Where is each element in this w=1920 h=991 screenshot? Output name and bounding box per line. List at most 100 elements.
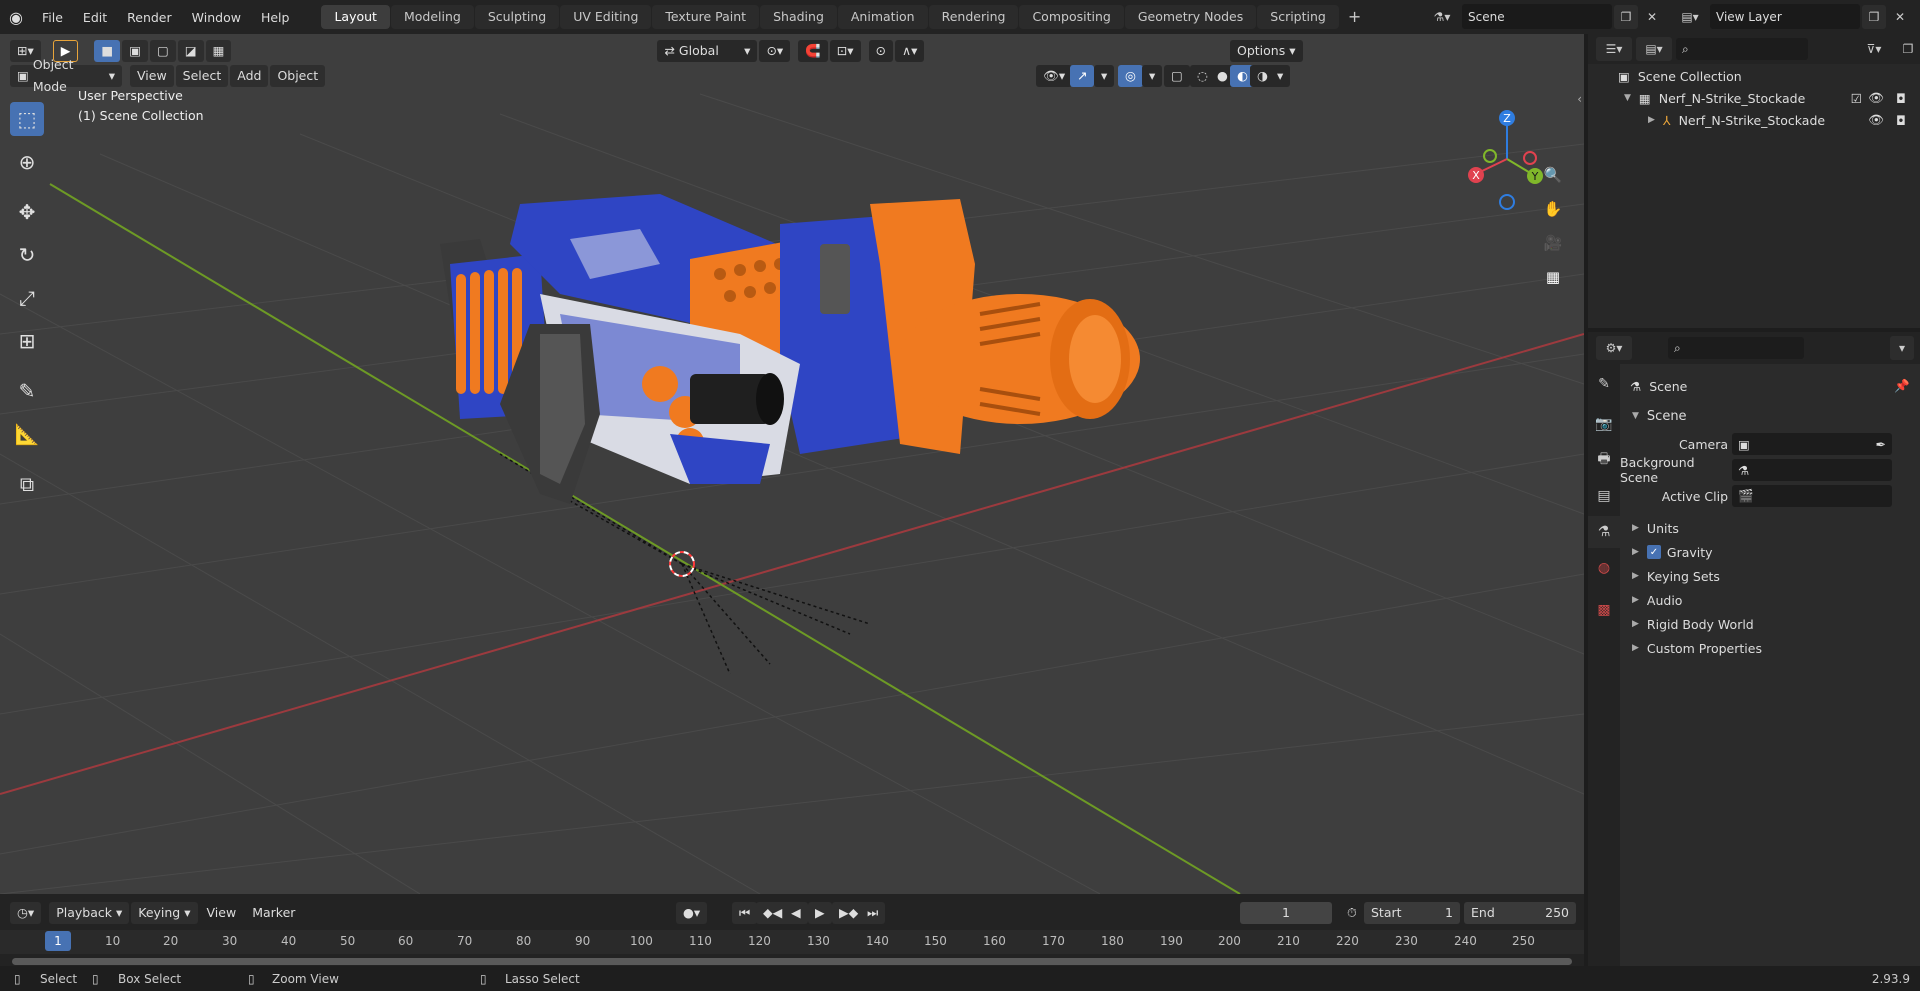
select-invert-icon[interactable]: ◪ bbox=[177, 40, 204, 62]
outliner-row-scene-collection[interactable]: ▣ Scene Collection bbox=[1588, 65, 1920, 87]
outliner-search-input[interactable]: ⌕ bbox=[1676, 38, 1808, 60]
annotate-tool-icon[interactable]: ✎ bbox=[10, 374, 44, 408]
scale-tool-icon[interactable]: ⤢ bbox=[10, 281, 44, 315]
tab-uv-editing[interactable]: UV Editing bbox=[560, 5, 652, 29]
properties-search-input[interactable]: ⌕ bbox=[1668, 337, 1804, 359]
menu-window[interactable]: Window bbox=[182, 10, 251, 25]
pivot-point-button[interactable]: ⊙▾ bbox=[759, 40, 791, 62]
rigid-body-world-panel-header[interactable]: ▶ Rigid Body World bbox=[1620, 612, 1920, 636]
select-subtract-icon[interactable]: ▢ bbox=[150, 40, 176, 62]
keying-sets-panel-header[interactable]: ▶ Keying Sets bbox=[1620, 564, 1920, 588]
scene-selector[interactable]: Scene bbox=[1462, 4, 1612, 29]
outliner-row-collection[interactable]: ▼ ▦ Nerf_N-Strike_Stockade ☑ 👁 ◘ bbox=[1588, 87, 1920, 109]
visibility-toggle-icon[interactable]: 👁▾ bbox=[1036, 65, 1073, 87]
copy-scene-icon[interactable]: ❐ bbox=[1614, 5, 1638, 29]
tab-compositing[interactable]: Compositing bbox=[1019, 5, 1124, 29]
expand-icon[interactable]: ▶ bbox=[1648, 115, 1655, 125]
timeline-editor-type-button[interactable]: ◷▾ bbox=[10, 902, 42, 924]
camera-render-icon[interactable]: ◘ bbox=[1896, 113, 1906, 128]
exclude-checkbox-icon[interactable]: ☑ bbox=[1851, 91, 1862, 106]
outliner-row-object[interactable]: ▶ ⅄ Nerf_N-Strike_Stockade 👁 ◘ bbox=[1588, 109, 1920, 131]
view-layer-selector[interactable]: View Layer bbox=[1710, 4, 1860, 29]
playhead[interactable]: 1 bbox=[45, 931, 71, 951]
stopwatch-icon[interactable]: ⏱ bbox=[1340, 902, 1364, 924]
snap-target-button[interactable]: ⊡▾ bbox=[829, 40, 861, 62]
properties-options-icon[interactable]: ▾ bbox=[1890, 336, 1914, 360]
gravity-checkbox[interactable]: ✓ bbox=[1646, 545, 1661, 559]
keying-menu[interactable]: Keying ▾ bbox=[131, 902, 198, 924]
scene-tab-icon[interactable]: ⚗ bbox=[1588, 516, 1620, 548]
current-frame-field[interactable]: 1 bbox=[1240, 902, 1332, 924]
measure-tool-icon[interactable]: 📐 bbox=[10, 417, 44, 451]
gravity-panel-header[interactable]: ▶ ✓ Gravity bbox=[1620, 540, 1920, 564]
marker-menu[interactable]: Marker bbox=[245, 902, 302, 924]
eye-icon[interactable]: 👁 bbox=[1868, 90, 1884, 106]
orientation-dropdown[interactable]: ⇄ Global ▾ bbox=[657, 40, 758, 62]
timeline-scrollbar[interactable] bbox=[12, 958, 1572, 965]
tab-shading[interactable]: Shading bbox=[760, 5, 837, 29]
nerf-blaster-model[interactable] bbox=[440, 184, 1220, 604]
tab-geometry-nodes[interactable]: Geometry Nodes bbox=[1124, 5, 1257, 29]
gizmo-toggle-icon[interactable]: ↗ bbox=[1070, 65, 1095, 87]
3d-viewport[interactable]: ⊞▾ ▶ ■ ▣ ▢ ◪ ▦ ⇄ Global ▾ ⊙▾ 🧲 ⊡▾ ⊙ ∧▾ O… bbox=[0, 34, 1584, 894]
audio-panel-header[interactable]: ▶ Audio bbox=[1620, 588, 1920, 612]
render-tab-icon[interactable]: 📷 bbox=[1588, 408, 1620, 440]
zoom-view-icon[interactable]: 🔍 bbox=[1538, 160, 1568, 190]
cursor-tool-icon[interactable]: ⊕ bbox=[10, 145, 44, 179]
playback-menu[interactable]: Playback ▾ bbox=[49, 902, 130, 924]
menu-add[interactable]: Add bbox=[230, 65, 269, 87]
tab-scripting[interactable]: Scripting bbox=[1257, 5, 1339, 29]
overlays-toggle-icon[interactable]: ◎ bbox=[1118, 65, 1143, 87]
texture-tab-icon[interactable]: ▩ bbox=[1588, 594, 1620, 626]
start-frame-field[interactable]: Start 1 bbox=[1364, 902, 1460, 924]
tool-tab-icon[interactable]: ✎ bbox=[1588, 368, 1620, 400]
xray-toggle-icon[interactable]: ▢ bbox=[1164, 65, 1190, 87]
units-panel-header[interactable]: ▶ Units bbox=[1620, 516, 1920, 540]
close-view-layer-icon[interactable]: ✕ bbox=[1888, 5, 1912, 29]
tab-layout[interactable]: Layout bbox=[321, 5, 390, 29]
object-mode-dropdown[interactable]: ▣ Object Mode ▾ bbox=[10, 57, 122, 94]
move-tool-icon[interactable]: ✥ bbox=[10, 195, 44, 229]
close-scene-icon[interactable]: ✕ bbox=[1640, 5, 1664, 29]
menu-edit[interactable]: Edit bbox=[73, 10, 117, 25]
view-layer-icon[interactable]: ▤▾ bbox=[1672, 5, 1708, 29]
view-layer-tab-icon[interactable]: ▤ bbox=[1588, 480, 1620, 512]
menu-object[interactable]: Object bbox=[270, 65, 326, 87]
overlays-menu-icon[interactable]: ▾ bbox=[1142, 65, 1163, 87]
tab-sculpting[interactable]: Sculpting bbox=[474, 5, 560, 29]
pan-view-icon[interactable]: ✋ bbox=[1538, 194, 1568, 224]
menu-help[interactable]: Help bbox=[251, 10, 300, 25]
options-dropdown[interactable]: Options ▾ bbox=[1230, 40, 1303, 62]
custom-properties-panel-header[interactable]: ▶ Custom Properties bbox=[1620, 636, 1920, 660]
eye-icon[interactable]: 👁 bbox=[1868, 112, 1884, 128]
record-icon[interactable]: ●▾ bbox=[676, 902, 708, 924]
transform-tool-icon[interactable]: ⊞ bbox=[10, 324, 44, 358]
snap-toggle-icon[interactable]: 🧲 bbox=[798, 40, 828, 62]
gizmo-menu-icon[interactable]: ▾ bbox=[1094, 65, 1115, 87]
outliner-editor-type-icon[interactable]: ☰▾ bbox=[1596, 37, 1632, 61]
tab-texture-paint[interactable]: Texture Paint bbox=[652, 5, 760, 29]
play-icon[interactable]: ▶ bbox=[808, 902, 832, 924]
menu-file[interactable]: File bbox=[32, 10, 73, 25]
scene-panel-header[interactable]: ▼ Scene bbox=[1620, 404, 1920, 428]
falloff-icon[interactable]: ∧▾ bbox=[895, 40, 925, 62]
timeline-view-menu[interactable]: View bbox=[200, 902, 244, 924]
select-extend-icon[interactable]: ▣ bbox=[122, 40, 148, 62]
sidebar-toggle-icon[interactable]: ‹ bbox=[1577, 92, 1582, 106]
output-tab-icon[interactable]: 🖶 bbox=[1588, 444, 1620, 476]
filter-icon[interactable]: ⊽▾ bbox=[1856, 37, 1892, 61]
tab-rendering[interactable]: Rendering bbox=[928, 5, 1019, 29]
frame-ruler[interactable]: 1 10 20 30 40 50 60 70 80 90 100 110 120… bbox=[0, 930, 1584, 954]
menu-render[interactable]: Render bbox=[117, 10, 182, 25]
camera-render-icon[interactable]: ◘ bbox=[1896, 91, 1906, 106]
proportional-edit-icon[interactable]: ⊙ bbox=[868, 40, 893, 62]
add-workspace-button[interactable]: + bbox=[1340, 5, 1369, 29]
jump-end-icon[interactable]: ⏭ bbox=[860, 902, 886, 924]
tab-animation[interactable]: Animation bbox=[837, 5, 928, 29]
select-box-icon[interactable]: ⬚ bbox=[10, 102, 44, 136]
world-tab-icon[interactable]: ◍ bbox=[1588, 552, 1620, 584]
rotate-tool-icon[interactable]: ↻ bbox=[10, 238, 44, 272]
shading-menu-icon[interactable]: ▾ bbox=[1270, 65, 1291, 87]
perspective-toggle-icon[interactable]: ▦ bbox=[1538, 262, 1568, 292]
new-collection-icon[interactable]: ❐ bbox=[1896, 37, 1920, 61]
